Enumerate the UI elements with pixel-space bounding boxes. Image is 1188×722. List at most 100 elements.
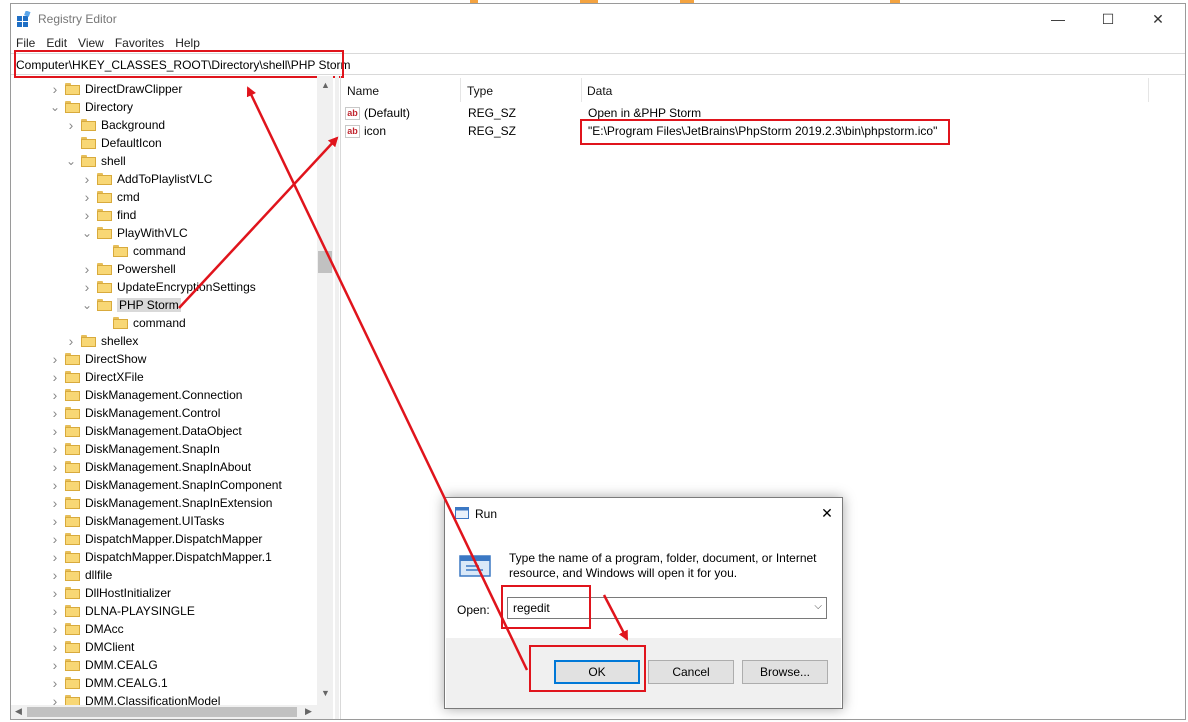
tree-node[interactable]: › DirectDrawClipper: [49, 80, 183, 98]
chevron-right-icon[interactable]: ›: [49, 458, 61, 476]
column-divider[interactable]: [460, 78, 461, 102]
tree-hscroll-thumb[interactable]: [27, 707, 297, 717]
tree-node[interactable]: › DMM.CEALG: [49, 656, 158, 674]
tree-node-label: DefaultIcon: [101, 136, 162, 150]
tree-node[interactable]: › DispatchMapper.DispatchMapper.1: [49, 548, 272, 566]
chevron-right-icon[interactable]: ›: [49, 674, 61, 692]
tree-node[interactable]: › DiskManagement.Control: [49, 404, 221, 422]
tree-node[interactable]: › UpdateEncryptionSettings: [81, 278, 256, 296]
tree-node[interactable]: › DiskManagement.SnapInComponent: [49, 476, 282, 494]
tree-node[interactable]: › shellex: [65, 332, 139, 350]
tree-node[interactable]: › DMM.ClassificationModel: [49, 692, 220, 705]
column-header-name[interactable]: Name: [347, 84, 379, 98]
chevron-right-icon[interactable]: ›: [49, 422, 61, 440]
tree-vertical-scrollbar[interactable]: ▲ ▼: [317, 76, 333, 705]
tree-node[interactable]: › DiskManagement.UITasks: [49, 512, 225, 530]
maximize-button[interactable]: ☐: [1085, 4, 1131, 34]
chevron-down-icon[interactable]: ⌵: [814, 601, 822, 612]
chevron-right-icon[interactable]: ›: [49, 476, 61, 494]
chevron-right-icon[interactable]: ›: [49, 602, 61, 620]
scroll-left-icon[interactable]: ◀: [15, 706, 22, 717]
tree-node[interactable]: › AddToPlaylistVLC: [81, 170, 213, 188]
scroll-down-icon[interactable]: ▼: [321, 688, 330, 698]
chevron-right-icon[interactable]: ›: [81, 206, 93, 224]
pane-splitter[interactable]: [335, 76, 339, 719]
tree-node[interactable]: command: [97, 242, 186, 260]
chevron-right-icon[interactable]: ›: [49, 494, 61, 512]
tree-node[interactable]: › dllfile: [49, 566, 113, 584]
chevron-right-icon[interactable]: ›: [49, 386, 61, 404]
menu-edit[interactable]: Edit: [46, 36, 67, 50]
tree-node[interactable]: › find: [81, 206, 137, 224]
tree-node[interactable]: › DirectShow: [49, 350, 147, 368]
menu-view[interactable]: View: [78, 36, 104, 50]
chevron-right-icon[interactable]: ›: [49, 620, 61, 638]
chevron-right-icon[interactable]: ›: [81, 170, 93, 188]
tree-node[interactable]: › DiskManagement.SnapIn: [49, 440, 220, 458]
tree-node[interactable]: › DMClient: [49, 638, 135, 656]
tree-scroll-thumb[interactable]: [318, 251, 332, 273]
tree-node[interactable]: ⌄ PlayWithVLC: [81, 224, 188, 242]
tree-node[interactable]: ⌄ PHP Storm: [81, 296, 181, 314]
run-close-button[interactable]: ✕: [815, 502, 839, 524]
chevron-right-icon[interactable]: ›: [49, 584, 61, 602]
tree-node[interactable]: › DiskManagement.Connection: [49, 386, 243, 404]
cancel-button[interactable]: Cancel: [648, 660, 734, 684]
tree-node[interactable]: › DispatchMapper.DispatchMapper: [49, 530, 263, 548]
chevron-right-icon[interactable]: ›: [49, 512, 61, 530]
chevron-down-icon[interactable]: ⌄: [49, 98, 61, 116]
scroll-up-icon[interactable]: ▲: [321, 80, 330, 90]
chevron-right-icon[interactable]: ›: [49, 440, 61, 458]
tree-node[interactable]: ⌄ shell: [65, 152, 126, 170]
chevron-right-icon[interactable]: ›: [81, 260, 93, 278]
tree-node-label: DiskManagement.SnapInExtension: [85, 496, 273, 510]
close-button[interactable]: ✕: [1135, 4, 1181, 34]
tree-node[interactable]: › Powershell: [81, 260, 176, 278]
chevron-right-icon[interactable]: ›: [49, 692, 61, 705]
chevron-down-icon[interactable]: ⌄: [81, 224, 93, 242]
tree-node[interactable]: › cmd: [81, 188, 140, 206]
tree-node[interactable]: › DMAcc: [49, 620, 124, 638]
column-divider[interactable]: [1148, 78, 1149, 102]
tree-horizontal-scrollbar[interactable]: ◀ ▶: [11, 705, 333, 719]
tree-node[interactable]: command: [97, 314, 186, 332]
tree-node-label: UpdateEncryptionSettings: [117, 280, 256, 294]
chevron-right-icon[interactable]: ›: [81, 278, 93, 296]
menu-help[interactable]: Help: [175, 36, 200, 50]
chevron-right-icon[interactable]: ›: [49, 530, 61, 548]
chevron-down-icon[interactable]: ⌄: [81, 296, 93, 314]
tree-node[interactable]: ⌄ Directory: [49, 98, 133, 116]
chevron-down-icon[interactable]: ⌄: [65, 152, 77, 170]
menu-file[interactable]: File: [16, 36, 35, 50]
chevron-right-icon[interactable]: ›: [49, 656, 61, 674]
chevron-right-icon[interactable]: ›: [49, 350, 61, 368]
column-divider[interactable]: [581, 78, 582, 102]
chevron-right-icon[interactable]: ›: [65, 116, 77, 134]
column-header-data[interactable]: Data: [587, 84, 612, 98]
chevron-right-icon[interactable]: ›: [65, 332, 77, 350]
chevron-right-icon[interactable]: ›: [81, 188, 93, 206]
folder-icon: [97, 209, 112, 221]
title-bar[interactable]: Registry Editor — ☐ ✕: [11, 4, 1185, 34]
tree-node[interactable]: › DllHostInitializer: [49, 584, 171, 602]
menu-favorites[interactable]: Favorites: [115, 36, 164, 50]
column-header-type[interactable]: Type: [467, 84, 493, 98]
tree-node[interactable]: › DMM.CEALG.1: [49, 674, 168, 692]
tree-node[interactable]: › DLNA-PLAYSINGLE: [49, 602, 195, 620]
chevron-right-icon[interactable]: ›: [49, 638, 61, 656]
chevron-right-icon[interactable]: ›: [49, 548, 61, 566]
tree-node[interactable]: › DiskManagement.DataObject: [49, 422, 242, 440]
tree-node[interactable]: DefaultIcon: [65, 134, 162, 152]
tree-node[interactable]: › Background: [65, 116, 165, 134]
browse-button[interactable]: Browse...: [742, 660, 828, 684]
scroll-right-icon[interactable]: ▶: [305, 706, 312, 717]
tree-node[interactable]: › DiskManagement.SnapInExtension: [49, 494, 273, 512]
tree-node[interactable]: › DiskManagement.SnapInAbout: [49, 458, 251, 476]
chevron-right-icon[interactable]: ›: [49, 80, 61, 98]
tree-node[interactable]: › DirectXFile: [49, 368, 144, 386]
chevron-right-icon[interactable]: ›: [49, 566, 61, 584]
key-tree[interactable]: › DirectDrawClipper ⌄ Directory › Background D…: [11, 76, 333, 705]
chevron-right-icon[interactable]: ›: [49, 404, 61, 422]
chevron-right-icon[interactable]: ›: [49, 368, 61, 386]
minimize-button[interactable]: —: [1035, 4, 1081, 34]
